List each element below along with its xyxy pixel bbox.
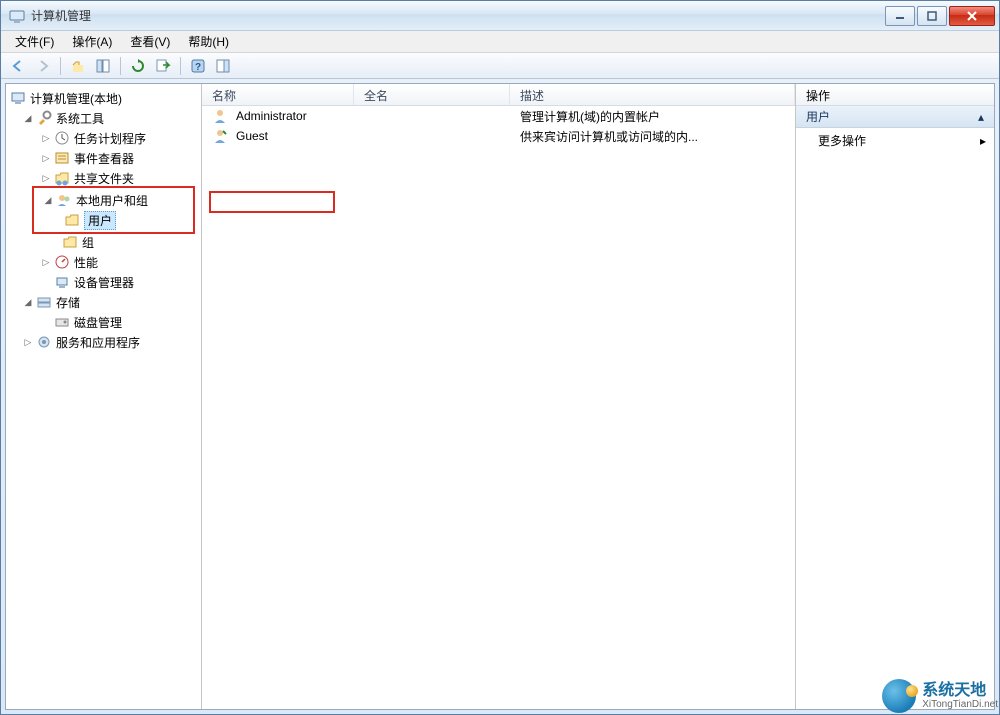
window-controls [883,6,995,26]
tree-label: 服务和应用程序 [56,334,140,351]
tree-users[interactable]: 用户 [34,210,193,230]
menu-action[interactable]: 操作(A) [64,31,120,52]
column-name[interactable]: 名称 [202,84,354,105]
shared-folder-icon [54,170,70,186]
list-panel: 名称 全名 描述 Administrator 管理计算机(域)的内置帐户 Gu [202,84,796,709]
collapse-icon[interactable]: ◢ [22,296,34,308]
expand-icon[interactable]: ▷ [40,152,52,164]
tree-label: 本地用户和组 [76,192,148,209]
tree-event-viewer[interactable]: ▷ 事件查看器 [6,148,201,168]
folder-icon [62,234,78,250]
back-button[interactable] [7,55,29,77]
column-fullname[interactable]: 全名 [354,84,510,105]
tree-label: 存储 [56,294,80,311]
folder-icon [64,212,80,228]
actions-panel: 操作 用户 ▴ 更多操作 ▸ [796,84,994,709]
chevron-right-icon: ▸ [980,134,986,148]
tree-label: 任务计划程序 [74,130,146,147]
user-icon [212,108,228,124]
actions-more[interactable]: 更多操作 ▸ [796,128,994,153]
titlebar: 计算机管理 [1,1,999,31]
app-icon [9,8,25,24]
column-description[interactable]: 描述 [510,84,795,105]
tree-label: 事件查看器 [74,150,134,167]
show-hide-tree-button[interactable] [92,55,114,77]
actions-section-label: 用户 [806,108,830,125]
actions-section-title[interactable]: 用户 ▴ [796,106,994,128]
action-pane-button[interactable] [212,55,234,77]
performance-icon [54,254,70,270]
menu-file[interactable]: 文件(F) [7,31,62,52]
maximize-button[interactable] [917,6,947,26]
export-button[interactable] [152,55,174,77]
expand-icon[interactable]: ▷ [40,172,52,184]
window-title: 计算机管理 [31,7,91,24]
tree-local-users-groups[interactable]: ◢ 本地用户和组 [34,190,193,210]
tree-shared-folders[interactable]: ▷ 共享文件夹 [6,168,201,188]
services-icon [36,334,52,350]
tree-task-scheduler[interactable]: ▷ 任务计划程序 [6,128,201,148]
close-button[interactable] [949,6,995,26]
tree-label: 共享文件夹 [74,170,134,187]
forward-button[interactable] [32,55,54,77]
event-icon [54,150,70,166]
tree-root[interactable]: 计算机管理(本地) [6,88,201,108]
device-icon [54,274,70,290]
tree-label: 磁盘管理 [74,314,122,331]
collapse-icon[interactable]: ◢ [42,194,54,206]
user-description: 供来宾访问计算机或访问域的内... [510,128,795,145]
tree-device-manager[interactable]: 设备管理器 [6,272,201,292]
computer-icon [10,90,26,106]
up-button[interactable] [67,55,89,77]
tree-performance[interactable]: ▷ 性能 [6,252,201,272]
tree-label: 用户 [84,211,116,230]
list-header: 名称 全名 描述 [202,84,795,106]
tree-label: 设备管理器 [74,274,134,291]
collapse-icon[interactable]: ◢ [22,112,34,124]
window-frame: 计算机管理 文件(F) 操作(A) 查看(V) 帮助(H) ? 计算 [0,0,1000,715]
tree-system-tools[interactable]: ◢ 系统工具 [6,108,201,128]
menu-help[interactable]: 帮助(H) [180,31,237,52]
tree-storage[interactable]: ◢ 存储 [6,292,201,312]
menubar: 文件(F) 操作(A) 查看(V) 帮助(H) [1,31,999,53]
tree-disk-management[interactable]: 磁盘管理 [6,312,201,332]
minimize-button[interactable] [885,6,915,26]
toolbar: ? [1,53,999,79]
tree-panel: 计算机管理(本地) ◢ 系统工具 ▷ 任务计划程序 ▷ 事件查看器 ▷ 共享文件 [6,84,202,709]
user-description: 管理计算机(域)的内置帐户 [510,108,795,125]
toolbar-separator [120,57,121,75]
list-body: Administrator 管理计算机(域)的内置帐户 Guest 供来宾访问计… [202,106,795,709]
user-name: Administrator [236,109,307,123]
user-icon [212,128,228,144]
users-group-icon [56,192,72,208]
tree-label: 系统工具 [56,110,104,127]
highlight-box-tree: ◢ 本地用户和组 用户 [32,186,195,234]
tools-icon [36,110,52,126]
actions-more-label: 更多操作 [818,132,866,149]
expand-icon[interactable]: ▷ [40,256,52,268]
collapse-up-icon: ▴ [978,110,984,124]
svg-text:?: ? [195,62,201,73]
user-name: Guest [236,129,268,143]
toolbar-separator [180,57,181,75]
tree-groups[interactable]: 组 [6,232,201,252]
menu-view[interactable]: 查看(V) [122,31,178,52]
toolbar-separator [60,57,61,75]
list-item-administrator[interactable]: Administrator 管理计算机(域)的内置帐户 [202,106,795,126]
help-button[interactable]: ? [187,55,209,77]
refresh-button[interactable] [127,55,149,77]
storage-icon [36,294,52,310]
tree-label: 组 [82,234,94,251]
disk-icon [54,314,70,330]
actions-header: 操作 [796,84,994,106]
list-item-guest[interactable]: Guest 供来宾访问计算机或访问域的内... [202,126,795,146]
tree-services-apps[interactable]: ▷ 服务和应用程序 [6,332,201,352]
content-area: 计算机管理(本地) ◢ 系统工具 ▷ 任务计划程序 ▷ 事件查看器 ▷ 共享文件 [5,83,995,710]
tree-label: 计算机管理(本地) [30,90,122,107]
tree-label: 性能 [74,254,98,271]
expand-icon[interactable]: ▷ [22,336,34,348]
expand-icon[interactable]: ▷ [40,132,52,144]
clock-icon [54,130,70,146]
